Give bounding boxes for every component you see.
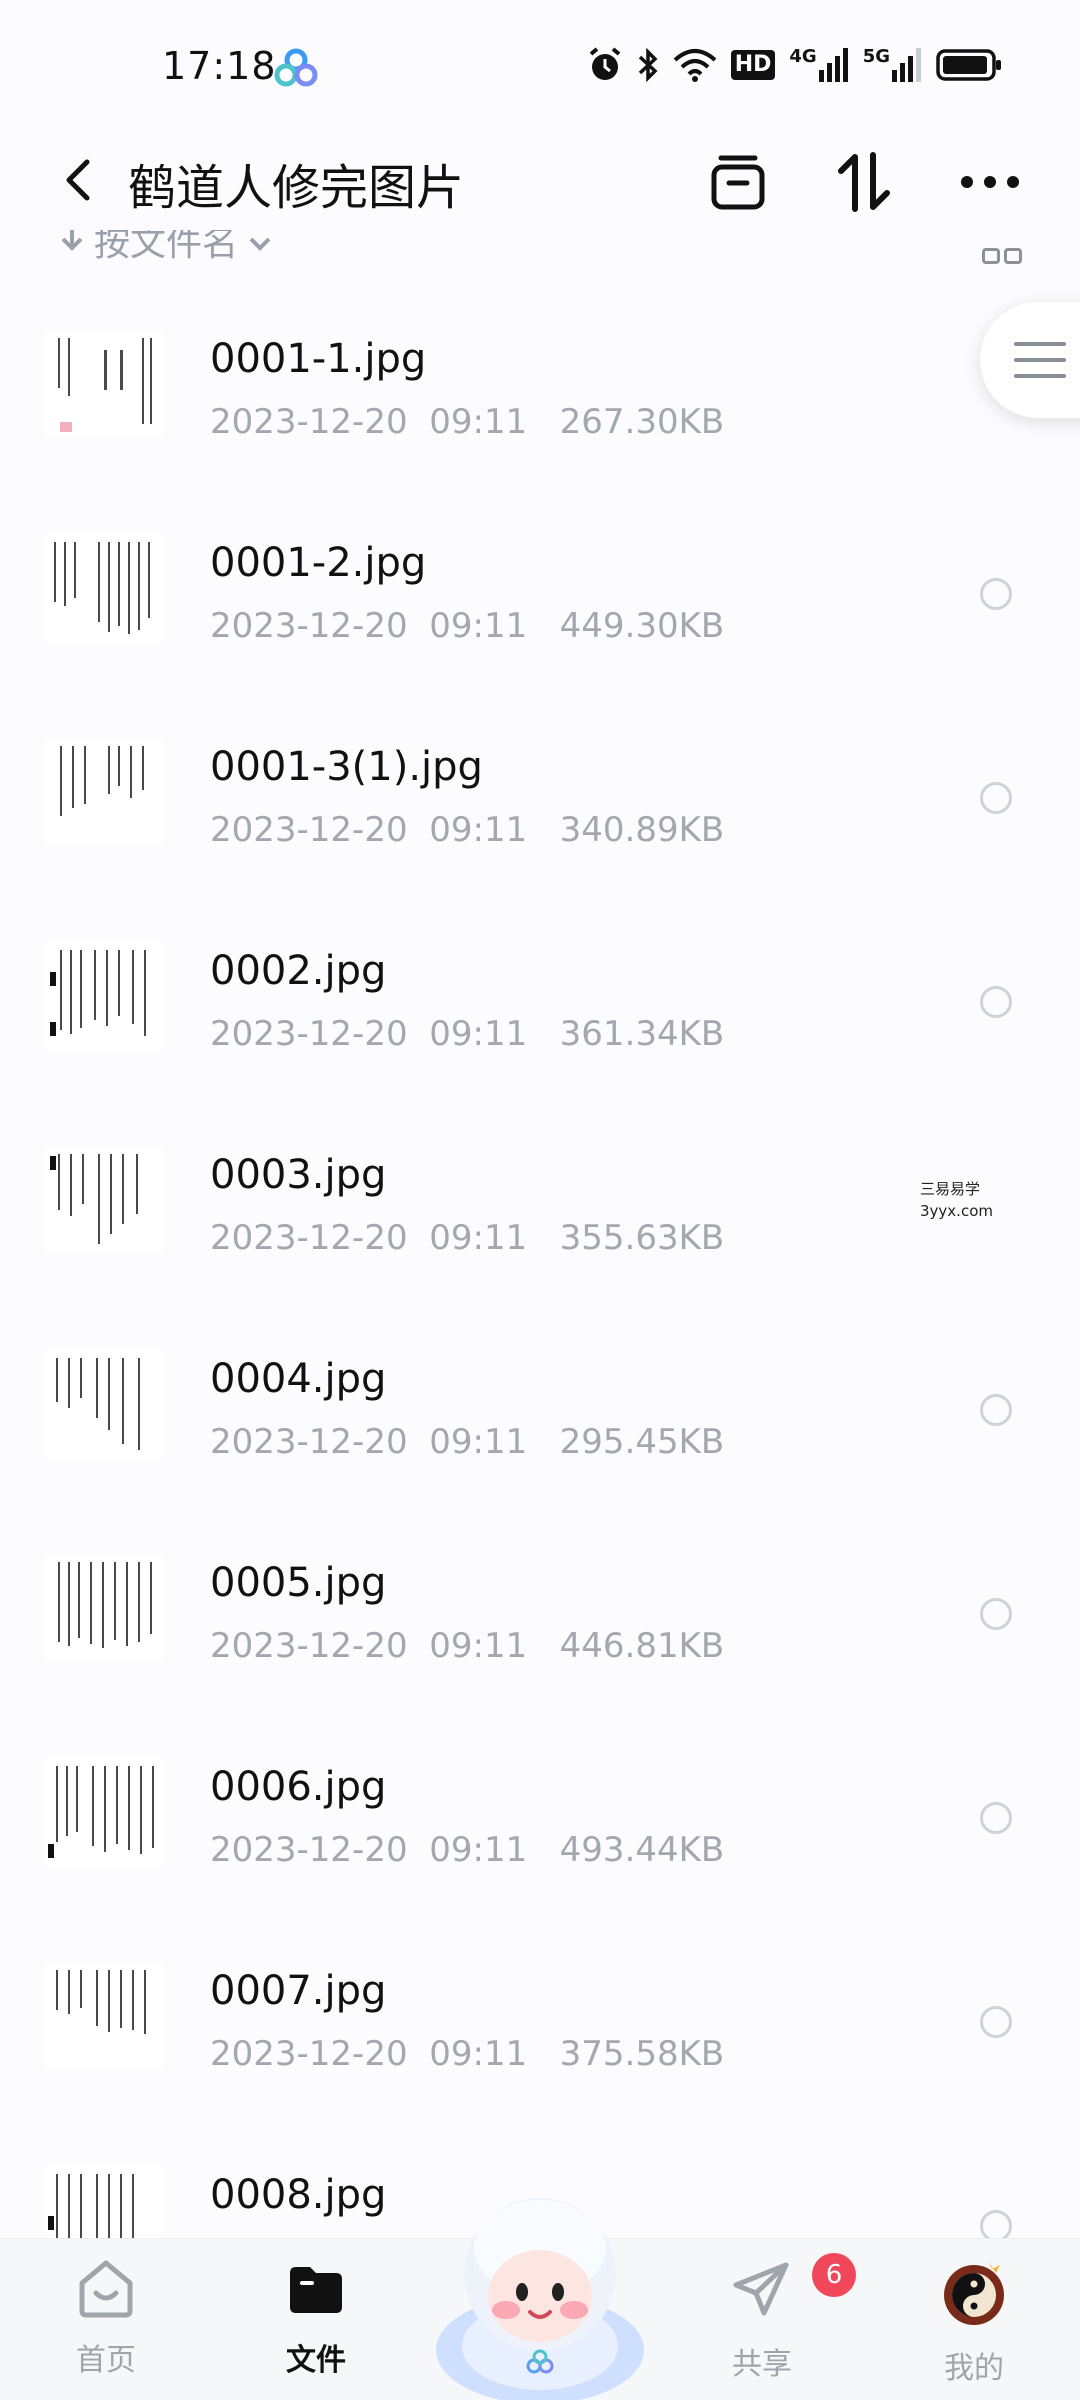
file-row[interactable]: 0001-1.jpg 2023-12-20 09:11 267.30KB	[0, 270, 1080, 474]
file-thumbnail	[46, 1350, 162, 1458]
multi-select-button[interactable]	[706, 150, 770, 214]
sort-by-name-button[interactable]: 按文件名	[60, 230, 272, 266]
file-name: 0008.jpg	[210, 2172, 387, 2218]
file-row[interactable]: 0001-2.jpg 2023-12-20 09:11 449.30KB	[0, 474, 1080, 678]
status-icons: HD 4G 5G	[587, 46, 1002, 84]
file-thumbnail	[46, 1146, 162, 1254]
watermark-url: 3yyx.com	[920, 1202, 993, 1220]
file-thumbnail	[46, 942, 162, 1050]
grid-cell-icon	[982, 248, 1000, 264]
nav-mine[interactable]: 我的	[904, 2257, 1044, 2397]
file-meta: 2023-12-20 09:11 446.81KB	[210, 1626, 725, 1666]
select-checkbox[interactable]	[980, 986, 1012, 1018]
file-name: 0004.jpg	[210, 1356, 387, 1402]
top-app-bar: 鹤道人修完图片	[0, 130, 1080, 230]
file-row[interactable]: 0004.jpg 2023-12-20 09:11 295.45KB	[0, 1290, 1080, 1494]
share-icon	[733, 2262, 789, 2316]
nav-home[interactable]: 首页	[36, 2257, 176, 2397]
sort-down-icon	[60, 230, 84, 261]
sort-button[interactable]	[832, 150, 896, 214]
file-name: 0001-2.jpg	[210, 540, 427, 586]
file-list: 0001-1.jpg 2023-12-20 09:11 267.30KB 000…	[0, 270, 1080, 2310]
select-checkbox[interactable]	[980, 1802, 1012, 1834]
status-bar: 17:18 HD 4G 5G	[0, 0, 1080, 130]
more-options-button[interactable]	[958, 150, 1022, 214]
bluetooth-icon	[637, 47, 659, 83]
menu-icon	[1014, 342, 1066, 390]
signal-4g-icon: 4G	[789, 48, 848, 82]
grid-view-toggle[interactable]	[982, 248, 1022, 264]
folder-icon	[290, 2267, 342, 2313]
status-time: 17:18	[162, 44, 277, 88]
nav-label: 共享	[732, 2347, 792, 2382]
file-row[interactable]: 0007.jpg 2023-12-20 09:11 375.58KB	[0, 1902, 1080, 2106]
file-meta: 2023-12-20 09:11 375.58KB	[210, 2034, 725, 2074]
select-box-icon	[711, 155, 765, 210]
back-button[interactable]	[50, 152, 106, 208]
file-thumbnail	[46, 1554, 162, 1662]
grid-cell-icon	[1004, 248, 1022, 264]
file-meta: 2023-12-20 09:11 267.30KB	[210, 402, 725, 442]
sort-arrows-icon	[838, 152, 890, 212]
file-meta: 2023-12-20 09:11 295.45KB	[210, 1422, 725, 1462]
battery-icon	[936, 49, 1002, 81]
file-name: 0005.jpg	[210, 1560, 387, 1606]
file-thumbnail	[46, 534, 162, 642]
sort-bar: 按文件名	[0, 230, 1080, 270]
file-name: 0006.jpg	[210, 1764, 387, 1810]
file-row[interactable]: 0001-3(1).jpg 2023-12-20 09:11 340.89KB	[0, 678, 1080, 882]
file-name: 0007.jpg	[210, 1968, 387, 2014]
nav-files[interactable]: 文件	[246, 2257, 386, 2397]
file-name: 0001-1.jpg	[210, 336, 427, 382]
nav-label: 我的	[944, 2351, 1004, 2386]
file-meta: 2023-12-20 09:11 355.63KB	[210, 1218, 725, 1258]
file-meta: 2023-12-20 09:11 340.89KB	[210, 810, 725, 850]
file-row[interactable]: 0003.jpg 2023-12-20 09:11 355.63KB	[0, 1086, 1080, 1290]
file-thumbnail	[46, 1758, 162, 1866]
select-checkbox[interactable]	[980, 782, 1012, 814]
watermark-line: 三易易学	[920, 1180, 981, 1198]
page-title: 鹤道人修完图片	[128, 160, 465, 216]
file-name: 0001-3(1).jpg	[210, 744, 483, 790]
watermark: 三易易学 3yyx.com	[920, 1178, 993, 1222]
file-meta: 2023-12-20 09:11 361.34KB	[210, 1014, 725, 1054]
chevron-down-icon	[248, 230, 272, 261]
nav-label: 首页	[76, 2343, 136, 2378]
file-browser-screen: 17:18 HD 4G 5G 鹤道人修完图片 按文件名 0001-1.jpg 2…	[0, 0, 1080, 2400]
sort-label: 按文件名	[94, 230, 239, 264]
file-thumbnail	[46, 1962, 162, 2070]
nav-share[interactable]: 6 共享	[692, 2253, 856, 2397]
alarm-icon	[587, 46, 623, 84]
signal-5g-icon: 5G	[863, 48, 922, 82]
hd-voice-badge: HD	[730, 50, 776, 80]
nav-label: 文件	[286, 2343, 346, 2378]
profile-avatar-icon	[944, 2261, 1004, 2325]
share-icon-wrap: 6	[730, 2253, 856, 2325]
file-thumbnail	[46, 738, 162, 846]
select-checkbox[interactable]	[980, 1598, 1012, 1630]
select-checkbox[interactable]	[980, 2006, 1012, 2038]
back-arrow-icon	[66, 159, 90, 201]
select-checkbox[interactable]	[980, 1394, 1012, 1426]
select-checkbox[interactable]	[980, 578, 1012, 610]
file-meta: 2023-12-20 09:11 493.44KB	[210, 1830, 725, 1870]
file-row[interactable]: 0006.jpg 2023-12-20 09:11 493.44KB	[0, 1698, 1080, 1902]
assistant-mascot-button[interactable]	[430, 2170, 650, 2400]
more-dots-icon	[961, 176, 1019, 188]
file-name: 0003.jpg	[210, 1152, 387, 1198]
file-row[interactable]: 0005.jpg 2023-12-20 09:11 446.81KB	[0, 1494, 1080, 1698]
file-name: 0002.jpg	[210, 948, 387, 994]
file-meta: 2023-12-20 09:11 449.30KB	[210, 606, 725, 646]
home-icon	[79, 2260, 133, 2318]
app-icon	[274, 48, 318, 92]
mascot-icon	[436, 2198, 644, 2400]
file-row[interactable]: 0002.jpg 2023-12-20 09:11 361.34KB	[0, 882, 1080, 1086]
share-count-badge: 6	[812, 2253, 856, 2297]
file-thumbnail	[46, 330, 162, 438]
wifi-icon	[673, 48, 717, 82]
